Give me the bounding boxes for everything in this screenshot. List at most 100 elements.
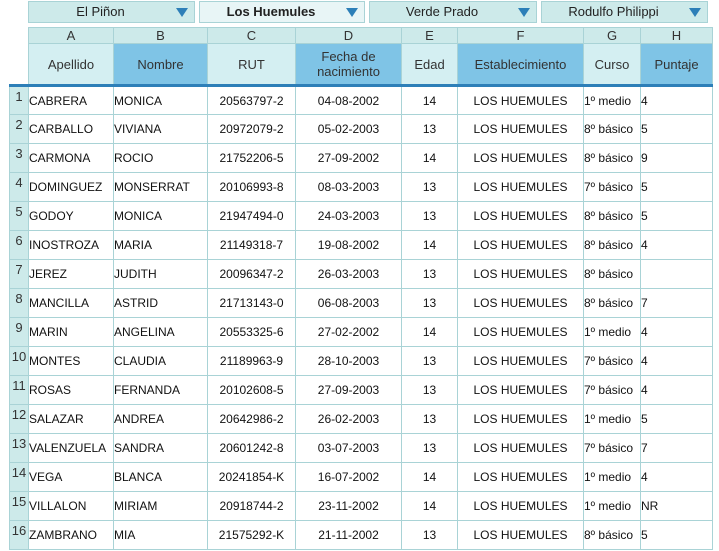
cell-apellido[interactable]: MARIN: [28, 317, 114, 347]
cell-curso[interactable]: 8º básico: [583, 520, 641, 550]
table-row[interactable]: 14 VEGA BLANCA 20241854-K 16-07-2002 14 …: [9, 462, 713, 492]
cell-nombre[interactable]: ASTRID: [113, 288, 208, 318]
cell-curso[interactable]: 7º básico: [583, 433, 641, 463]
cell-puntaje[interactable]: 5: [640, 404, 713, 434]
cell-curso[interactable]: 7º básico: [583, 375, 641, 405]
cell-curso[interactable]: 1º medio: [583, 491, 641, 521]
cell-rut[interactable]: 21713143-0: [207, 288, 296, 318]
cell-establecimiento[interactable]: LOS HUEMULES: [457, 491, 584, 521]
row-number[interactable]: 8: [9, 288, 29, 318]
cell-fecha[interactable]: 06-08-2003: [295, 288, 402, 318]
cell-fecha[interactable]: 05-02-2003: [295, 114, 402, 144]
table-row[interactable]: 12 SALAZAR ANDREA 20642986-2 26-02-2003 …: [9, 404, 713, 434]
table-row[interactable]: 13 VALENZUELA SANDRA 20601242-8 03-07-20…: [9, 433, 713, 463]
cell-edad[interactable]: 13: [401, 346, 458, 376]
cell-nombre[interactable]: FERNANDA: [113, 375, 208, 405]
table-row[interactable]: 7 JEREZ JUDITH 20096347-2 26-03-2003 13 …: [9, 259, 713, 289]
cell-rut[interactable]: 20241854-K: [207, 462, 296, 492]
cell-rut[interactable]: 20106993-8: [207, 172, 296, 202]
cell-apellido[interactable]: SALAZAR: [28, 404, 114, 434]
cell-edad[interactable]: 13: [401, 288, 458, 318]
cell-edad[interactable]: 13: [401, 433, 458, 463]
cell-establecimiento[interactable]: LOS HUEMULES: [457, 230, 584, 260]
cell-curso[interactable]: 8º básico: [583, 201, 641, 231]
cell-edad[interactable]: 13: [401, 520, 458, 550]
cell-apellido[interactable]: CABRERA: [28, 85, 114, 115]
cell-apellido[interactable]: VILLALON: [28, 491, 114, 521]
cell-apellido[interactable]: VEGA: [28, 462, 114, 492]
cell-establecimiento[interactable]: LOS HUEMULES: [457, 85, 584, 115]
cell-fecha[interactable]: 23-11-2002: [295, 491, 402, 521]
cell-edad[interactable]: 13: [401, 404, 458, 434]
row-number[interactable]: 9: [9, 317, 29, 347]
table-row[interactable]: 9 MARIN ANGELINA 20553325-6 27-02-2002 1…: [9, 317, 713, 347]
header-curso[interactable]: Curso: [583, 43, 641, 87]
column-letter-d[interactable]: D: [295, 27, 402, 44]
row-number[interactable]: 14: [9, 462, 29, 492]
cell-curso[interactable]: 7º básico: [583, 346, 641, 376]
cell-establecimiento[interactable]: LOS HUEMULES: [457, 288, 584, 318]
cell-puntaje[interactable]: 4: [640, 85, 713, 115]
cell-apellido[interactable]: ZAMBRANO: [28, 520, 114, 550]
cell-nombre[interactable]: MONICA: [113, 201, 208, 231]
row-number[interactable]: 3: [9, 143, 29, 173]
cell-apellido[interactable]: MANCILLA: [28, 288, 114, 318]
cell-apellido[interactable]: CARMONA: [28, 143, 114, 173]
table-row[interactable]: 6 INOSTROZA MARIA 21149318-7 19-08-2002 …: [9, 230, 713, 260]
table-row[interactable]: 4 DOMINGUEZ MONSERRAT 20106993-8 08-03-2…: [9, 172, 713, 202]
table-row[interactable]: 10 MONTES CLAUDIA 21189963-9 28-10-2003 …: [9, 346, 713, 376]
cell-puntaje[interactable]: 4: [640, 230, 713, 260]
cell-fecha[interactable]: 27-09-2002: [295, 143, 402, 173]
cell-puntaje[interactable]: 5: [640, 172, 713, 202]
row-number[interactable]: 7: [9, 259, 29, 289]
table-row[interactable]: 15 VILLALON MIRIAM 20918744-2 23-11-2002…: [9, 491, 713, 521]
cell-apellido[interactable]: JEREZ: [28, 259, 114, 289]
cell-nombre[interactable]: MONSERRAT: [113, 172, 208, 202]
cell-rut[interactable]: 20096347-2: [207, 259, 296, 289]
cell-apellido[interactable]: GODOY: [28, 201, 114, 231]
cell-puntaje[interactable]: 4: [640, 346, 713, 376]
cell-fecha[interactable]: 27-02-2002: [295, 317, 402, 347]
cell-edad[interactable]: 13: [401, 114, 458, 144]
cell-puntaje[interactable]: 4: [640, 375, 713, 405]
cell-apellido[interactable]: VALENZUELA: [28, 433, 114, 463]
column-letter-a[interactable]: A: [28, 27, 114, 44]
cell-fecha[interactable]: 27-09-2003: [295, 375, 402, 405]
header-fecha-nacimiento[interactable]: Fecha de nacimiento: [295, 43, 402, 87]
cell-curso[interactable]: 8º básico: [583, 114, 641, 144]
cell-nombre[interactable]: VIVIANA: [113, 114, 208, 144]
cell-establecimiento[interactable]: LOS HUEMULES: [457, 114, 584, 144]
filter-dropdown-verde-prado[interactable]: Verde Prado: [369, 1, 537, 23]
cell-curso[interactable]: 8º básico: [583, 259, 641, 289]
cell-fecha[interactable]: 24-03-2003: [295, 201, 402, 231]
cell-establecimiento[interactable]: LOS HUEMULES: [457, 259, 584, 289]
cell-rut[interactable]: 20553325-6: [207, 317, 296, 347]
cell-edad[interactable]: 14: [401, 317, 458, 347]
cell-puntaje[interactable]: [640, 259, 713, 289]
cell-nombre[interactable]: MIRIAM: [113, 491, 208, 521]
row-number[interactable]: 13: [9, 433, 29, 463]
cell-edad[interactable]: 14: [401, 85, 458, 115]
cell-fecha[interactable]: 04-08-2002: [295, 85, 402, 115]
cell-establecimiento[interactable]: LOS HUEMULES: [457, 172, 584, 202]
table-row[interactable]: 16 ZAMBRANO MIA 21575292-K 21-11-2002 13…: [9, 520, 713, 550]
column-letter-f[interactable]: F: [457, 27, 584, 44]
cell-fecha[interactable]: 16-07-2002: [295, 462, 402, 492]
cell-curso[interactable]: 1º medio: [583, 85, 641, 115]
cell-edad[interactable]: 13: [401, 201, 458, 231]
cell-fecha[interactable]: 28-10-2003: [295, 346, 402, 376]
cell-fecha[interactable]: 19-08-2002: [295, 230, 402, 260]
row-number[interactable]: 15: [9, 491, 29, 521]
cell-fecha[interactable]: 08-03-2003: [295, 172, 402, 202]
cell-puntaje[interactable]: 4: [640, 462, 713, 492]
cell-establecimiento[interactable]: LOS HUEMULES: [457, 201, 584, 231]
cell-nombre[interactable]: ROCIO: [113, 143, 208, 173]
header-apellido[interactable]: Apellido: [28, 43, 114, 87]
cell-puntaje[interactable]: NR: [640, 491, 713, 521]
cell-apellido[interactable]: MONTES: [28, 346, 114, 376]
cell-nombre[interactable]: CLAUDIA: [113, 346, 208, 376]
cell-edad[interactable]: 13: [401, 172, 458, 202]
cell-edad[interactable]: 14: [401, 491, 458, 521]
filter-dropdown-el-pinon[interactable]: El Piñon: [28, 1, 195, 23]
row-number[interactable]: 12: [9, 404, 29, 434]
